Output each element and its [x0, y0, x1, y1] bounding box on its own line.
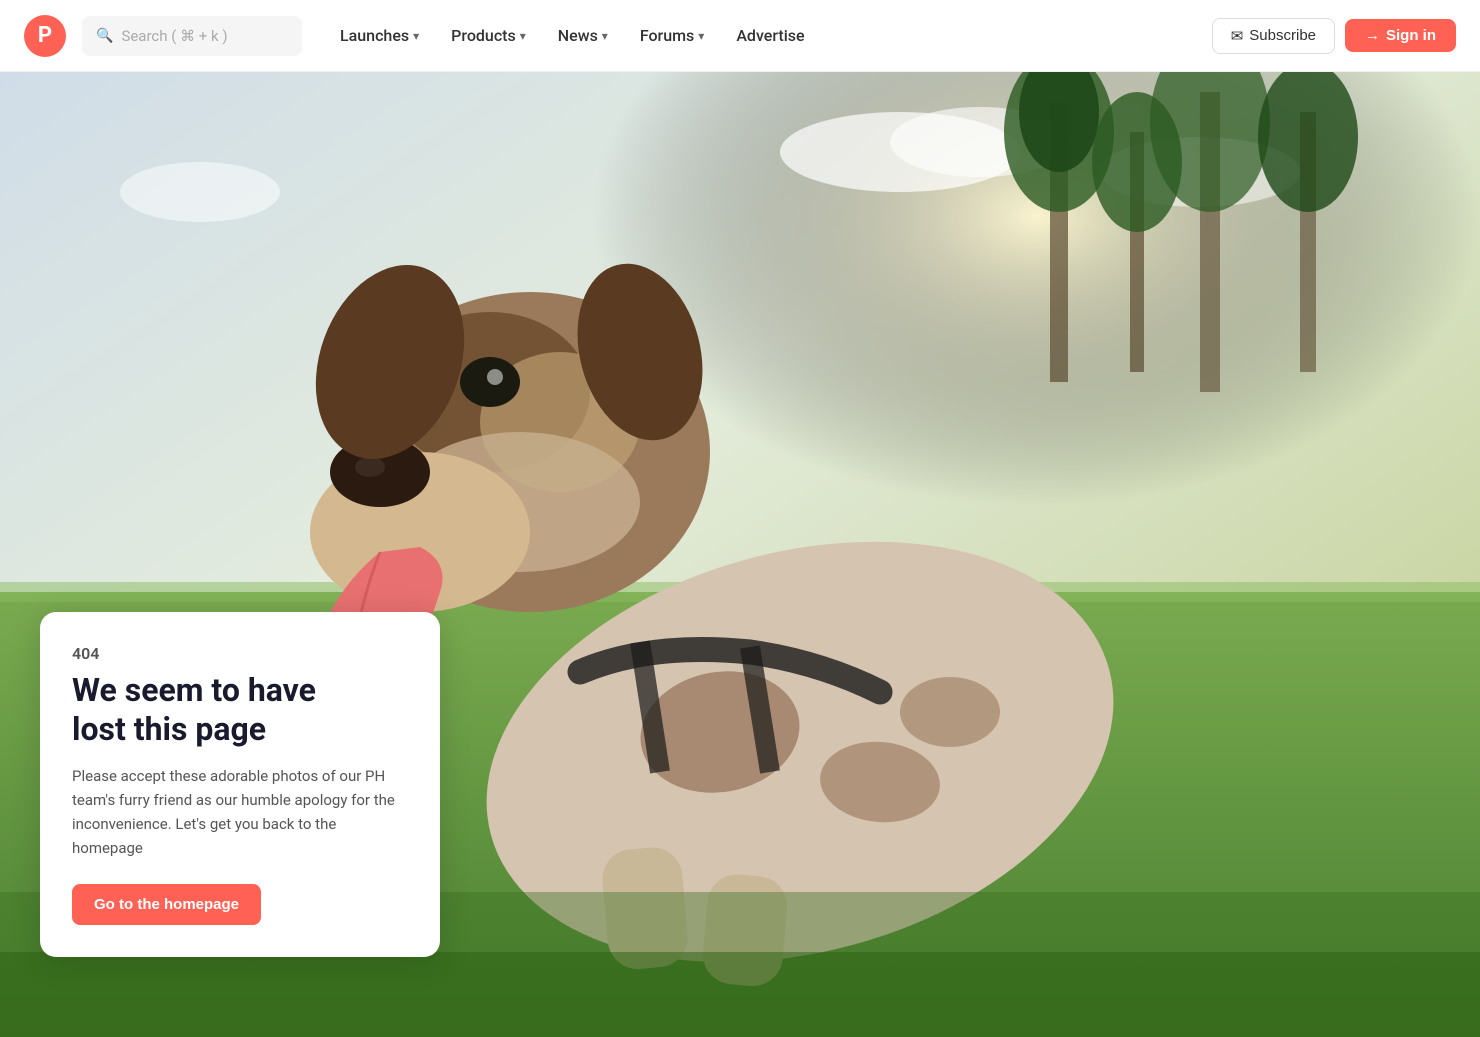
error-title-line2: lost this page — [72, 710, 266, 748]
nav-item-products[interactable]: Products ▾ — [437, 18, 540, 53]
signin-label: Sign in — [1386, 27, 1436, 44]
nav-actions: ✉ Subscribe → Sign in — [1212, 18, 1456, 54]
subscribe-label: Subscribe — [1249, 27, 1316, 44]
chevron-down-icon: ▾ — [698, 29, 704, 43]
error-card: 404 We seem to have lost this page Pleas… — [40, 612, 440, 957]
nav-item-news[interactable]: News ▾ — [544, 18, 622, 53]
search-icon: 🔍 — [96, 28, 113, 44]
chevron-down-icon: ▾ — [413, 29, 419, 43]
signin-button[interactable]: → Sign in — [1345, 19, 1456, 52]
nav-label-news: News — [558, 26, 598, 45]
chevron-down-icon: ▾ — [520, 29, 526, 43]
navbar: P 🔍 Search ( ⌘ + k ) Launches ▾ Products… — [0, 0, 1480, 72]
subscribe-icon: ✉ — [1231, 27, 1244, 45]
nav-items: Launches ▾ Products ▾ News ▾ Forums ▾ Ad… — [326, 18, 1204, 53]
signin-icon: → — [1365, 27, 1380, 44]
subscribe-button[interactable]: ✉ Subscribe — [1212, 18, 1335, 54]
error-title: We seem to have lost this page — [72, 671, 408, 748]
nav-label-launches: Launches — [340, 26, 409, 45]
nav-label-advertise: Advertise — [736, 26, 804, 45]
nav-item-forums[interactable]: Forums ▾ — [626, 18, 718, 53]
logo-icon[interactable]: P — [24, 15, 66, 57]
logo[interactable]: P — [24, 15, 66, 57]
error-description: Please accept these adorable photos of o… — [72, 764, 408, 860]
nav-item-advertise[interactable]: Advertise — [722, 18, 818, 53]
error-code: 404 — [72, 644, 408, 663]
search-placeholder: Search ( ⌘ + k ) — [121, 27, 227, 45]
nav-label-products: Products — [451, 26, 516, 45]
search-bar[interactable]: 🔍 Search ( ⌘ + k ) — [82, 16, 302, 56]
error-title-line1: We seem to have — [72, 671, 316, 709]
nav-item-launches[interactable]: Launches ▾ — [326, 18, 433, 53]
go-to-homepage-button[interactable]: Go to the homepage — [72, 884, 261, 925]
chevron-down-icon: ▾ — [602, 29, 608, 43]
nav-label-forums: Forums — [640, 26, 694, 45]
